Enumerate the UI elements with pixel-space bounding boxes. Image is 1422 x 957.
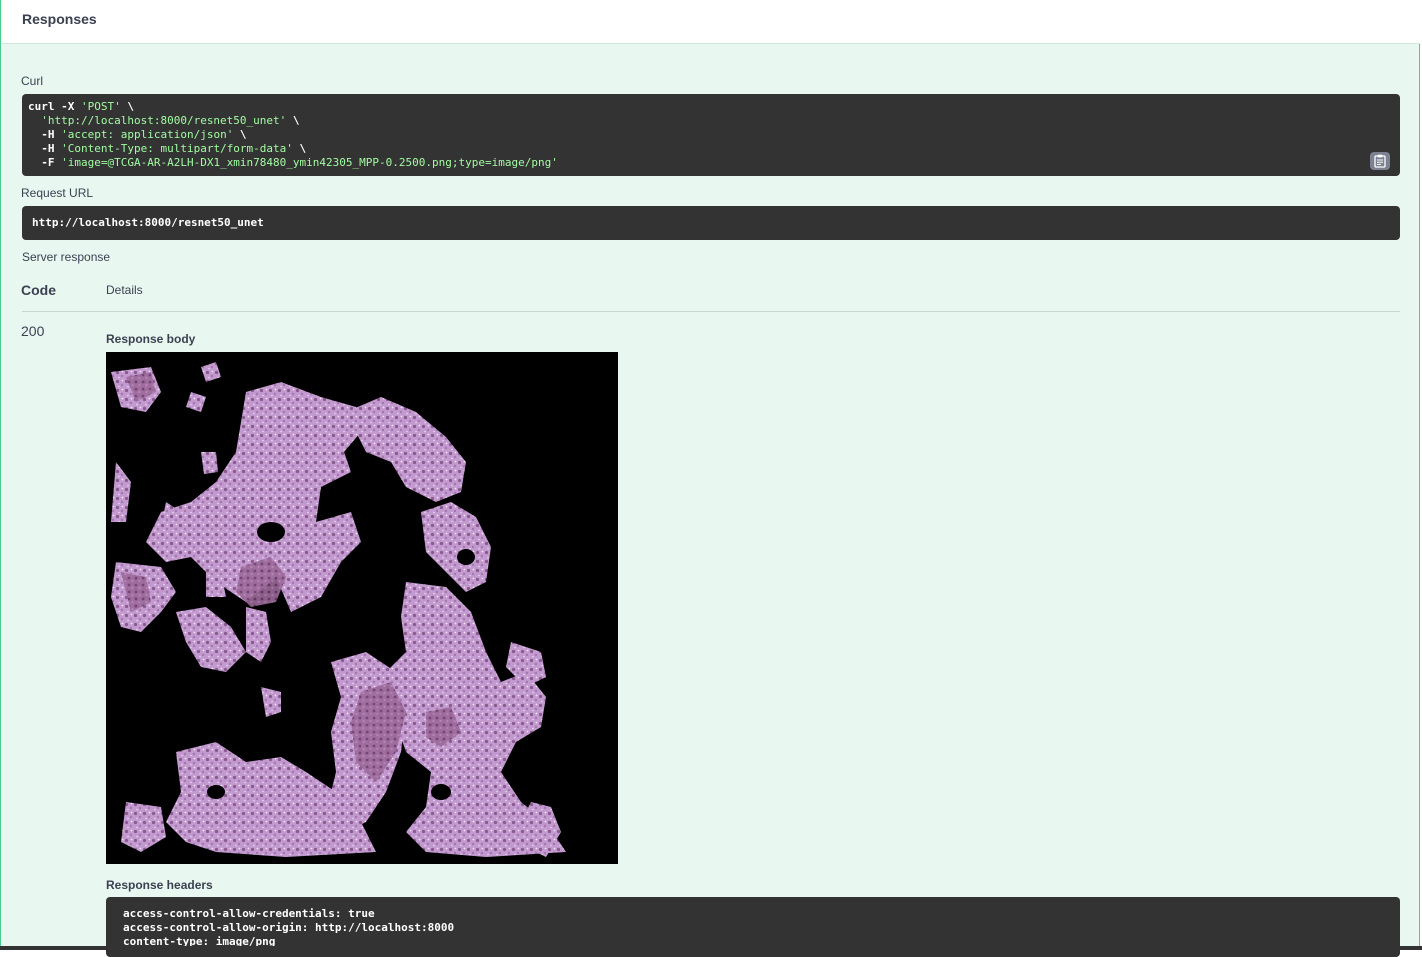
response-status-code: 200 — [21, 323, 45, 339]
curl-line: 'http://localhost:8000/resnet50_unet' \ — [41, 114, 300, 127]
clipboard-icon — [1374, 154, 1386, 168]
code-column-header: Code — [21, 282, 56, 298]
curl-line: -F 'image=@TCGA-AR-A2LH-DX1_xmin78480_ym… — [28, 156, 558, 169]
curl-code-block[interactable]: curl -X 'POST' \ 'http://localhost:8000/… — [22, 94, 1400, 176]
window-bottom-border — [0, 946, 1422, 950]
header-line: access-control-allow-credentials: true — [123, 907, 375, 920]
request-url-value[interactable]: http://localhost:8000/resnet50_unet — [22, 206, 1400, 240]
responses-panel: Responses Curl curl -X 'POST' \ 'http://… — [0, 0, 1420, 957]
request-url-label: Request URL — [21, 186, 94, 200]
curl-line: -H 'Content-Type: multipart/form-data' \ — [28, 142, 307, 155]
responses-title: Responses — [22, 11, 97, 27]
responses-header: Responses — [2, 0, 1420, 44]
curl-line: curl -X 'POST' \ — [28, 100, 134, 113]
copy-to-clipboard-button[interactable] — [1370, 152, 1390, 170]
server-response-label: Server response — [22, 250, 111, 264]
curl-line: -H 'accept: application/json' \ — [28, 128, 247, 141]
response-body-label: Response body — [106, 332, 196, 346]
details-column-header: Details — [106, 283, 143, 297]
curl-label: Curl — [21, 74, 44, 88]
header-line: access-control-allow-origin: http://loca… — [123, 921, 455, 934]
table-divider — [22, 311, 1400, 312]
response-image — [106, 352, 618, 864]
response-headers-label: Response headers — [106, 878, 213, 892]
